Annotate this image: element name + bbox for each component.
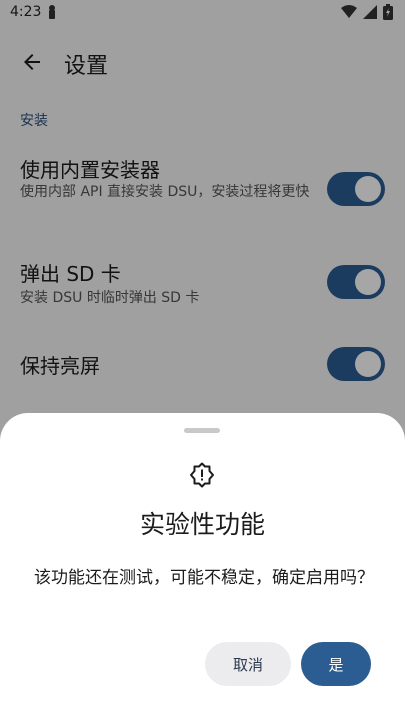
confirm-button[interactable]: 是 xyxy=(301,642,371,686)
warning-gear-icon xyxy=(190,462,214,488)
drag-handle[interactable] xyxy=(184,428,220,433)
bottom-sheet-dialog: 实验性功能 该功能还在测试，可能不稳定，确定启用吗？ 取消 是 xyxy=(0,413,405,720)
cancel-button[interactable]: 取消 xyxy=(205,642,291,686)
dialog-title: 实验性功能 xyxy=(139,510,265,539)
dialog-message: 该功能还在测试，可能不稳定，确定启用吗？ xyxy=(34,568,374,588)
